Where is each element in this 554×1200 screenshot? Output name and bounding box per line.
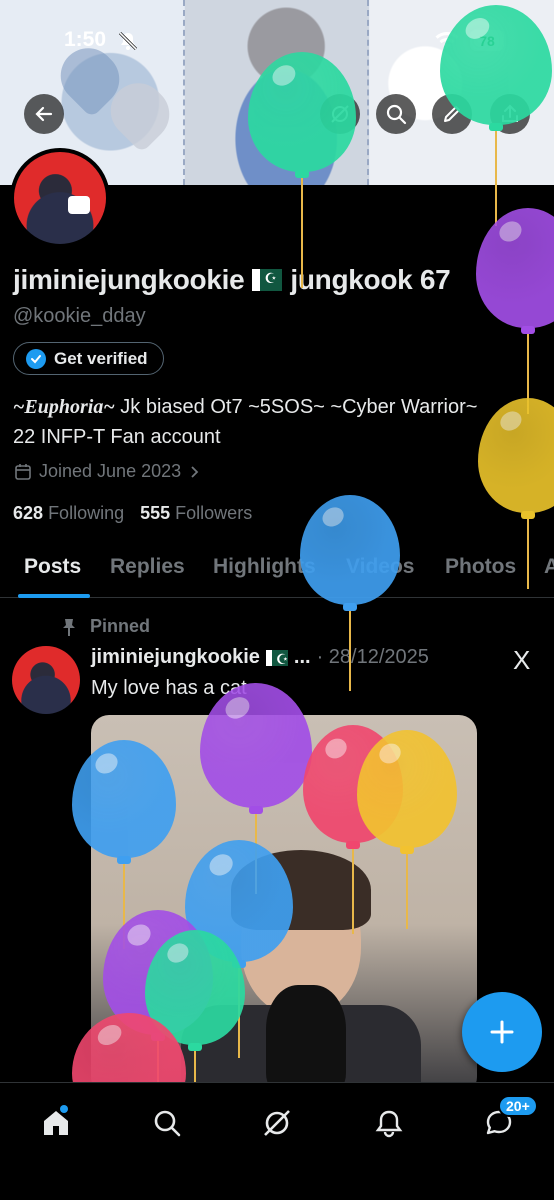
followers-count: 555 — [140, 503, 171, 523]
tab-replies[interactable]: Replies — [110, 555, 185, 579]
follow-stats: 628 Following 555 Followers — [13, 503, 252, 524]
post-avatar[interactable] — [12, 646, 80, 714]
bottom-navigation — [0, 1082, 554, 1200]
joined-label: Joined June 2023 — [39, 461, 182, 481]
back-button[interactable] — [24, 94, 64, 134]
compose-post-button[interactable] — [462, 992, 542, 1072]
balloon-decoration — [440, 5, 552, 230]
plus-icon — [490, 1020, 514, 1044]
balloon-body — [440, 5, 552, 125]
messages-badge: 20+ — [498, 1095, 538, 1117]
nav-notifications[interactable] — [369, 1103, 409, 1143]
profile-bio: ~Euphoria~ Jk biased Ot7 ~5SOS~ ~Cyber W… — [13, 392, 483, 452]
balloon-knot — [117, 856, 131, 864]
following-link[interactable]: 628 Following — [13, 503, 124, 524]
balloon-body — [300, 495, 400, 605]
x-logo-icon: X — [513, 645, 531, 675]
balloon-knot — [521, 326, 535, 334]
pinned-label: Pinned — [90, 616, 151, 636]
balloon-string — [352, 849, 354, 934]
balloon-decoration — [476, 208, 554, 418]
balloon-body — [248, 52, 356, 172]
search-button[interactable] — [376, 94, 416, 134]
balloon-string — [349, 611, 351, 691]
balloon-string — [301, 178, 303, 288]
pakistan-flag-icon — [265, 649, 288, 668]
balloon-decoration — [357, 730, 457, 933]
balloon-body — [72, 740, 176, 858]
silent-mode-icon — [118, 31, 138, 51]
explore-icon — [154, 1110, 181, 1137]
balloon-knot — [249, 806, 263, 814]
notifications-icon — [375, 1110, 403, 1138]
back-arrow-icon — [35, 106, 53, 122]
pin-icon — [63, 618, 75, 636]
balloon-string — [527, 519, 529, 589]
balloon-knot — [295, 170, 309, 178]
balloon-decoration — [300, 495, 400, 695]
balloon-knot — [489, 123, 503, 131]
profile-avatar[interactable] — [10, 148, 110, 248]
joined-date[interactable]: Joined June 2023 — [13, 461, 201, 482]
balloon-decoration — [478, 398, 554, 593]
nav-home[interactable] — [36, 1103, 76, 1143]
post-author[interactable]: jiminiejungkookie — [91, 646, 260, 669]
following-count: 628 — [13, 503, 44, 523]
search-icon — [386, 104, 407, 125]
get-verified-button[interactable]: Get verified — [13, 342, 164, 375]
balloon-body — [478, 398, 554, 513]
calendar-icon — [15, 463, 31, 480]
tab-posts[interactable]: Posts — [24, 555, 81, 579]
balloon-body — [476, 208, 554, 328]
home-icon — [44, 1111, 68, 1135]
balloon-knot — [343, 603, 357, 611]
balloon-knot — [400, 846, 414, 854]
nav-explore[interactable] — [147, 1103, 187, 1143]
profile-name-row: jiminiejungkookie jungkook 67 — [13, 264, 451, 296]
profile-tabs: Posts Replies Highlights Videos Photos A — [0, 550, 554, 598]
balloon-decoration — [248, 52, 356, 292]
profile-display-name: jiminiejungkookie — [13, 264, 245, 295]
followers-link[interactable]: 555 Followers — [140, 503, 252, 524]
balloon-body — [357, 730, 457, 848]
balloon-knot — [521, 511, 535, 519]
bio-italic: ~Euphoria~ — [13, 396, 115, 418]
nav-grok[interactable] — [257, 1103, 297, 1143]
profile-handle: @kookie_dday — [13, 305, 146, 327]
status-time: 1:50 — [64, 28, 107, 51]
balloon-string — [406, 854, 408, 929]
home-notification-dot — [60, 1105, 68, 1113]
verified-badge-icon — [26, 348, 46, 369]
pinned-indicator: Pinned — [60, 616, 150, 637]
balloon-body — [200, 683, 312, 808]
following-label: Following — [48, 503, 125, 523]
chevron-right-icon — [191, 465, 199, 478]
followers-label: Followers — [175, 503, 253, 523]
get-verified-label: Get verified — [54, 348, 148, 368]
balloon-knot — [188, 1043, 202, 1051]
grok-nav-icon — [264, 1110, 290, 1136]
avatar-cat-sticker — [68, 196, 90, 214]
active-tab-indicator — [18, 594, 90, 598]
